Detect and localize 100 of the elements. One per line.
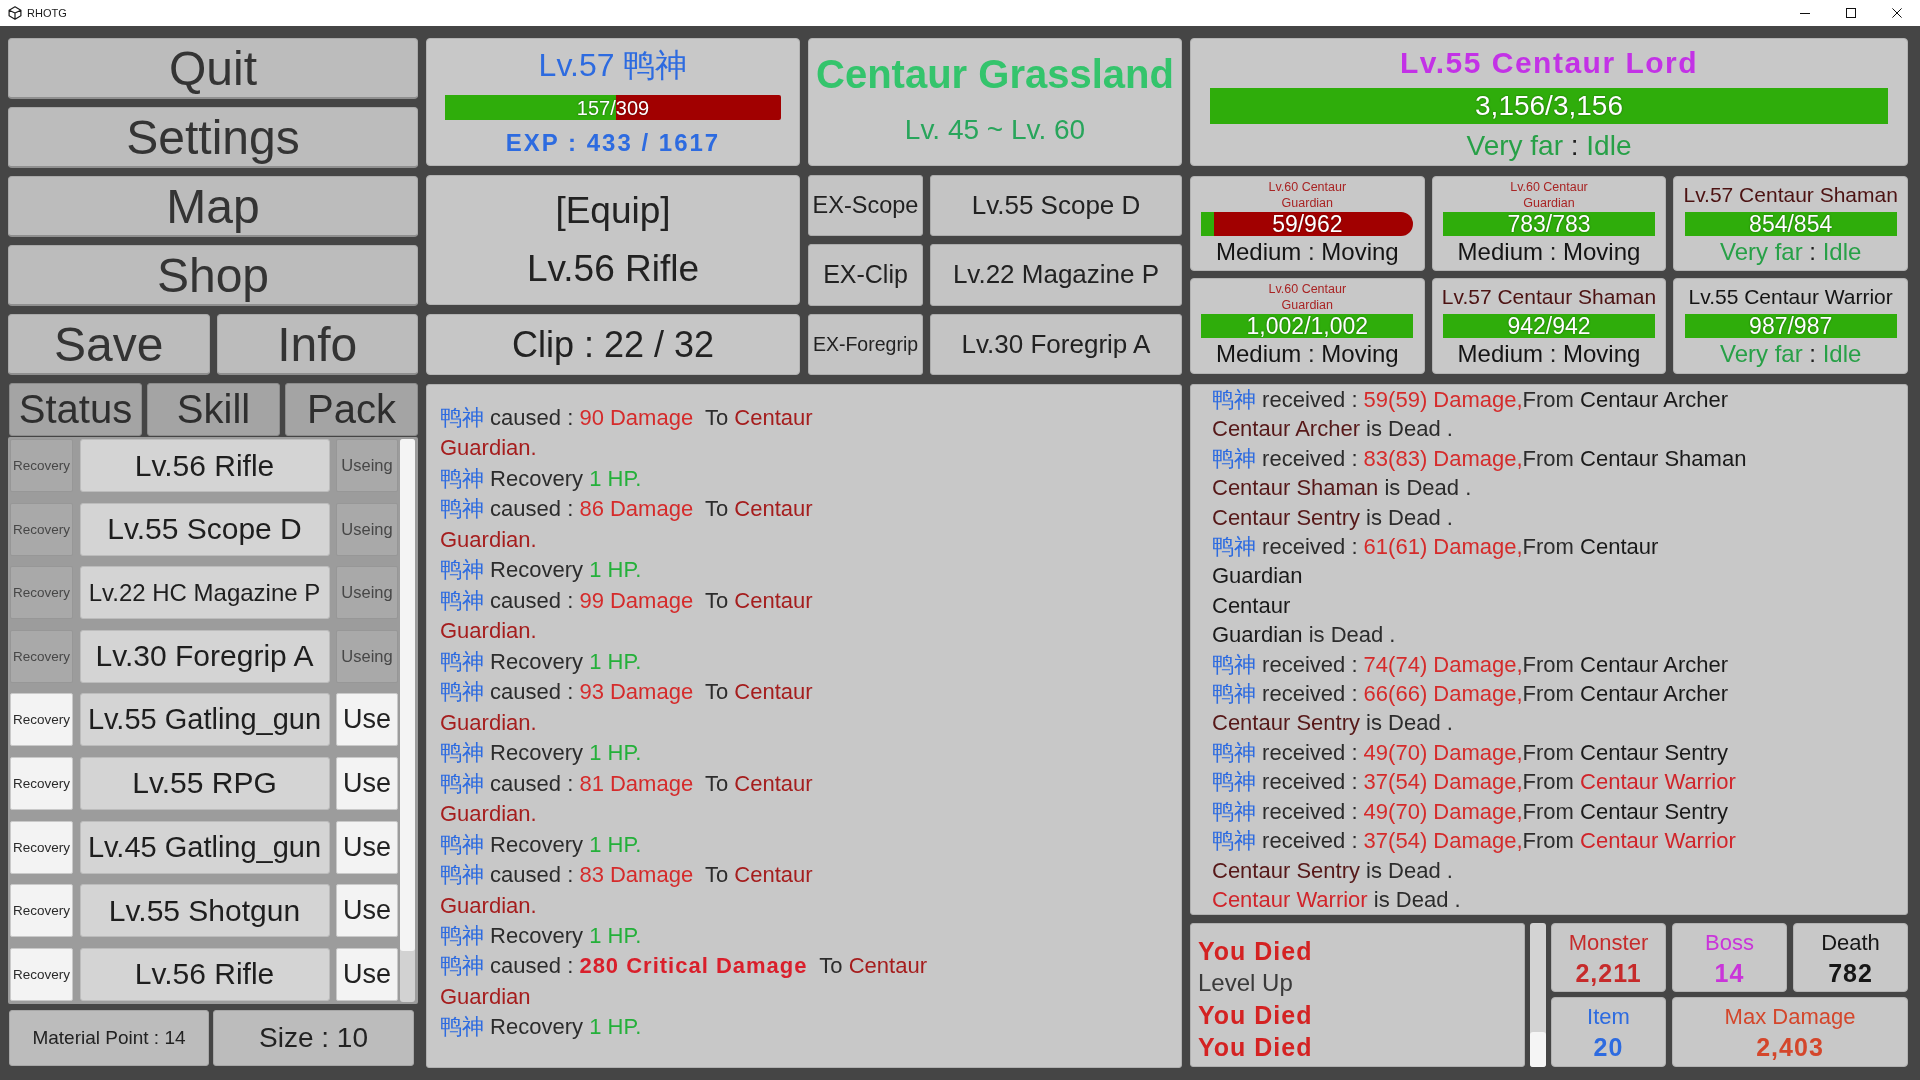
item-button[interactable]: Lv.56 Rifle [79, 439, 330, 492]
log-entry: Centaur Shaman is Dead . [1212, 474, 1472, 503]
stat-value: 2,211 [1575, 958, 1642, 989]
stat-value: 14 [1714, 958, 1745, 989]
stat-value: 2,403 [1756, 1032, 1824, 1063]
attachment-button[interactable]: Lv.22 Magazine P [930, 244, 1182, 306]
stat-label: Max Damage [1724, 1003, 1856, 1031]
log-entry: 鸭神 Recovery 1 HP. [440, 647, 642, 676]
area-name: Centaur Grassland [816, 51, 1174, 97]
use-button[interactable]: Use [336, 693, 398, 747]
use-button[interactable]: Useing [336, 566, 398, 620]
health-text: 59/962 [1272, 212, 1343, 236]
close-icon [1892, 8, 1902, 18]
message-line: Level Up [1198, 968, 1293, 998]
item-button[interactable]: Lv.22 HC Magazine P [79, 566, 330, 620]
status-text: Medium : Moving [1457, 238, 1641, 266]
log-entry: 鸭神 Recovery 1 HP. [440, 1013, 642, 1042]
item-button[interactable]: Lv.55 Scope D [79, 502, 330, 556]
message-line: You Died [1198, 1032, 1313, 1063]
log-entry: 鸭神 received : 49(70) Damage,From Centaur Sentry [1212, 797, 1728, 826]
stat-label: Boss [1705, 929, 1754, 957]
use-button[interactable]: Useing [336, 439, 398, 492]
log-entry: Centaur Warrior is Dead . [1212, 885, 1461, 914]
slot-button[interactable]: EX-Foregrip [808, 313, 923, 375]
tab[interactable]: Skill [147, 383, 280, 436]
item-button[interactable]: Lv.55 Shotgun [79, 884, 330, 938]
tab[interactable]: Status [9, 383, 142, 436]
stat-label: Item [1587, 1003, 1630, 1031]
log-entry: 鸭神 received : 37(54) Damage,From Centaur Warrior [1212, 768, 1736, 797]
log-entry: 鸭神 caused : 99 Damage To Centaur Guardian. [440, 586, 813, 646]
enemy-name: Lv.60 Centaur Guardian [1268, 179, 1347, 212]
stat-value: 20 [1593, 1032, 1624, 1063]
recovery-button[interactable]: Recovery [10, 756, 73, 810]
pack-size: Size : 10 [213, 1010, 414, 1066]
log-entry: 鸭神 Recovery 1 HP. [440, 556, 642, 585]
menu-button[interactable]: Settings [8, 107, 418, 168]
use-button[interactable]: Use [336, 947, 398, 1001]
log-entry: 鸭神 received : 66(66) Damage,From Centaur Archer [1212, 680, 1728, 709]
tab[interactable]: Pack [285, 383, 418, 436]
recovery-button[interactable]: Recovery [10, 566, 73, 620]
maximize-icon [1846, 8, 1856, 18]
log-entry: Centaur Archer is Dead . [1212, 415, 1453, 444]
menu-button[interactable]: Save [8, 314, 210, 375]
cube-icon [8, 6, 22, 20]
enemy-name: Lv.57 Centaur Shaman [1683, 182, 1898, 209]
boss-name: Lv.55 Centaur Lord [1399, 45, 1699, 81]
item-button[interactable]: Lv.55 RPG [79, 756, 330, 810]
weapon-name: Lv.56 Rifle [526, 246, 700, 291]
item-button[interactable]: Lv.45 Gatling_gun [79, 820, 330, 874]
message-line: You Died [1198, 936, 1313, 967]
stat-label: Monster [1568, 929, 1649, 957]
log-entry: Centaur Sentry is Dead . [1212, 709, 1453, 738]
recovery-button[interactable]: Recovery [10, 629, 73, 683]
log-entry: Centaur Sentry is Dead . [1212, 856, 1453, 885]
use-button[interactable]: Useing [336, 629, 398, 683]
log-entry: 鸭神 Recovery 1 HP. [440, 921, 642, 950]
log-entry: 鸭神 Recovery 1 HP. [440, 739, 642, 768]
log-entry: 鸭神 caused : 86 Damage To Centaur Guardian. [440, 495, 813, 554]
log-entry: 鸭神 received : 83(83) Damage,From Centaur Shaman [1212, 444, 1747, 473]
recovery-button[interactable]: Recovery [10, 502, 73, 556]
menu-button[interactable]: Shop [8, 245, 418, 306]
log-entry: Centaur Sentry is Dead . [1212, 503, 1453, 532]
recovery-button[interactable]: Recovery [10, 820, 73, 874]
minimize-icon [1800, 12, 1810, 14]
log-entry: 鸭神 received : 61(61) Damage,From Centaur Guardian [1212, 533, 1659, 591]
recovery-button[interactable]: Recovery [10, 884, 73, 938]
status-text: Medium : Moving [1215, 340, 1399, 368]
clip-counter: Clip : 22 / 32 [426, 314, 800, 375]
player-name: Lv.57 鸭神 [538, 46, 688, 85]
status-text: Medium : Moving [1457, 340, 1641, 368]
recovery-button[interactable]: Recovery [10, 439, 73, 492]
equip-heading: [Equip] [555, 189, 671, 234]
menu-button[interactable]: Info [216, 314, 418, 375]
slot-button[interactable]: EX-Scope [808, 175, 923, 237]
window-title: RHOTG [27, 7, 67, 19]
item-button[interactable]: Lv.55 Gatling_gun [79, 693, 330, 747]
scrollbar[interactable] [1530, 923, 1546, 1067]
status-text: Very far : Idle [1719, 340, 1862, 368]
log-entry: 鸭神 received : 49(70) Damage,From Centaur Sentry [1212, 738, 1728, 767]
recovery-button[interactable]: Recovery [10, 947, 73, 1001]
use-button[interactable]: Use [336, 756, 398, 810]
scrollbar-thumb[interactable] [1530, 1032, 1546, 1067]
slot-button[interactable]: EX-Clip [808, 244, 923, 306]
use-button[interactable]: Use [336, 820, 398, 874]
use-button[interactable]: Useing [336, 502, 398, 556]
stat-label: Death [1821, 929, 1880, 957]
attachment-button[interactable]: Lv.30 Foregrip A [930, 313, 1182, 375]
status-text: Medium : Moving [1215, 238, 1399, 266]
status-text: Very far : Idle [1719, 238, 1862, 266]
log-entry: 鸭神 Recovery 1 HP. [440, 830, 642, 859]
menu-button[interactable]: Map [8, 176, 418, 237]
use-button[interactable]: Use [336, 884, 398, 938]
exp-text: EXP : 433 / 1617 [505, 128, 721, 158]
item-button[interactable]: Lv.56 Rifle [79, 947, 330, 1001]
item-button[interactable]: Lv.30 Foregrip A [79, 629, 330, 683]
attachment-button[interactable]: Lv.55 Scope D [930, 175, 1182, 237]
menu-button[interactable]: Quit [8, 38, 418, 99]
recovery-button[interactable]: Recovery [10, 693, 73, 747]
area-level-range: Lv. 45 ~ Lv. 60 [904, 113, 1086, 147]
log-entry: 鸭神 Recovery 1 HP. [440, 464, 642, 493]
